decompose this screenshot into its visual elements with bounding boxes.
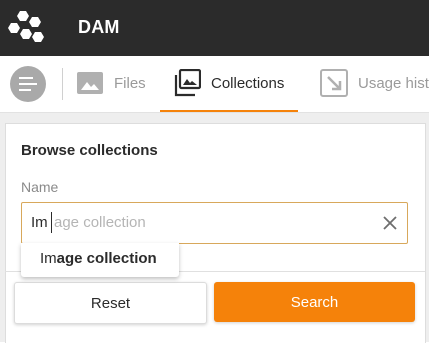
name-input[interactable]: Im age collection bbox=[21, 202, 408, 244]
autocomplete-suggestion[interactable]: Image collection bbox=[40, 250, 157, 267]
image-stack-icon bbox=[174, 69, 201, 97]
name-input-value: Im bbox=[31, 214, 48, 231]
tab-usage-label: Usage hist bbox=[358, 74, 429, 92]
hexagon-cluster-logo[interactable] bbox=[6, 10, 46, 46]
menu-toggle-button[interactable] bbox=[10, 66, 46, 102]
suggestion-match: Im bbox=[40, 250, 57, 267]
app-header: DAM bbox=[0, 0, 429, 56]
card-title: Browse collections bbox=[21, 142, 158, 159]
tab-usage-history[interactable]: Usage hist bbox=[320, 56, 429, 110]
tab-collections-label: Collections bbox=[211, 74, 285, 92]
image-icon bbox=[77, 72, 103, 94]
app-title: DAM bbox=[78, 17, 120, 37]
reset-button[interactable]: Reset bbox=[14, 282, 207, 324]
tab-files[interactable]: Files bbox=[76, 56, 146, 110]
tab-divider bbox=[62, 68, 63, 100]
name-input-ghost-text: age collection bbox=[54, 214, 146, 231]
suggestion-completion: age collection bbox=[56, 250, 157, 267]
text-caret bbox=[51, 212, 52, 233]
name-field-label: Name bbox=[21, 179, 59, 195]
tab-collections[interactable]: Collections bbox=[160, 56, 299, 112]
usage-arrow-icon bbox=[320, 69, 348, 97]
tab-files-label: Files bbox=[114, 74, 146, 92]
search-button[interactable]: Search bbox=[214, 282, 415, 322]
close-icon[interactable] bbox=[379, 212, 401, 234]
autocomplete-dropdown: Image collection bbox=[21, 243, 179, 277]
tab-bar: Files Collections Usage hist bbox=[0, 56, 429, 113]
menu-lines-icon bbox=[19, 77, 37, 91]
